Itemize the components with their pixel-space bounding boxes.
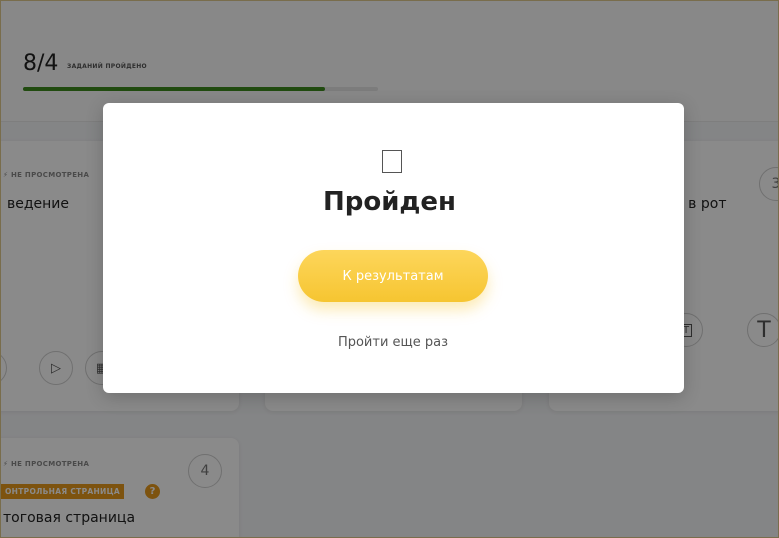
- to-results-button[interactable]: К результатам: [298, 250, 488, 302]
- modal-title: Пройден: [322, 187, 457, 217]
- result-icon: [382, 150, 402, 173]
- retry-link[interactable]: Пройти еще раз: [0, 335, 779, 350]
